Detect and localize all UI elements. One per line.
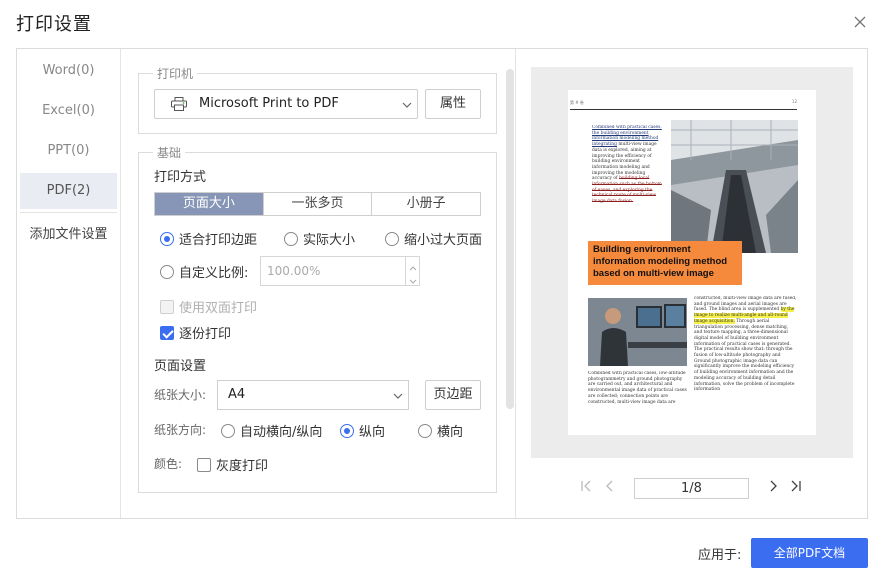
chevron-down-icon (393, 393, 403, 399)
print-mode-tabs: 页面大小 一张多页 小册子 (154, 192, 481, 216)
custom-scale-value: 100.00% (267, 264, 321, 278)
checkbox-box (197, 457, 211, 472)
page-header-left: 第 # 卷 (570, 100, 584, 105)
printer-properties-button[interactable]: 属性 (425, 89, 481, 119)
duplex-checkbox[interactable]: 使用双面打印 (160, 297, 257, 316)
radio-dot (160, 231, 174, 246)
radio-portrait[interactable]: 纵向 (340, 421, 385, 440)
radio-auto-orientation[interactable]: 自动横向/纵向 (221, 421, 322, 440)
dialog-body: Word(0) Excel(0) PPT(0) PDF(2) 添加文件设置 打印… (16, 48, 868, 519)
radio-dot (160, 264, 174, 279)
radio-label: 实际大小 (303, 233, 356, 248)
printer-icon (171, 97, 187, 111)
collate-checkbox[interactable]: 逐份打印 (160, 323, 231, 342)
prev-page-icon[interactable] (603, 478, 617, 494)
color-label: 颜色: (154, 457, 183, 471)
radio-landscape[interactable]: 横向 (418, 421, 463, 440)
checkbox-label: 灰度打印 (216, 459, 269, 474)
radio-label: 横向 (437, 425, 464, 440)
paper-size-select[interactable]: A4 (217, 380, 409, 410)
sidebar-item-ppt[interactable]: PPT(0) (20, 133, 117, 169)
apply-all-pdf-button[interactable]: 全部PDF文档 (751, 538, 868, 568)
settings-panel: 打印机 Microsoft Print to PDF 属性 基础 打印方式 页面… (122, 49, 515, 518)
custom-scale-input[interactable]: 100.00% (260, 256, 420, 286)
radio-shrink-oversized[interactable]: 缩小过大页面 (385, 229, 482, 248)
radio-label: 纵向 (359, 425, 386, 440)
radio-dot (340, 423, 354, 438)
printer-select[interactable]: Microsoft Print to PDF (154, 89, 418, 119)
sidebar-item-excel[interactable]: Excel(0) (20, 93, 117, 129)
basic-legend: 基础 (153, 144, 186, 161)
radio-label: 自定义比例: (179, 266, 249, 281)
spin-down-button[interactable] (405, 271, 419, 285)
sidebar-item-pdf[interactable]: PDF(2) (20, 173, 117, 209)
checkbox-box (160, 325, 174, 340)
page-header: 第 # 卷 12 (570, 98, 797, 110)
preview-column-left: Combined with practical cases, the build… (592, 125, 665, 236)
grayscale-checkbox[interactable]: 灰度打印 (197, 455, 268, 474)
close-button[interactable] (851, 13, 869, 31)
paper-size-label: 纸张大小: (154, 388, 207, 402)
page-header-right: 12 (791, 99, 797, 104)
checkbox-label: 使用双面打印 (179, 301, 258, 316)
preview-image-workstation (588, 298, 687, 366)
radio-dot (284, 231, 298, 246)
tab-multiple-pages[interactable]: 一张多页 (262, 193, 372, 215)
radio-dot (221, 423, 235, 438)
radio-label: 缩小过大页面 (404, 233, 483, 248)
dialog-title: 打印设置 (16, 14, 92, 35)
settings-scrollbar[interactable] (506, 69, 514, 409)
tab-page-size[interactable]: 页面大小 (155, 193, 263, 215)
apply-to-label: 应用于: (698, 548, 742, 563)
radio-dot (418, 423, 432, 438)
radio-label: 自动横向/纵向 (240, 425, 323, 440)
print-mode-label: 打印方式 (154, 170, 207, 185)
radio-label: 适合打印边距 (179, 233, 258, 248)
printer-legend: 打印机 (153, 65, 198, 82)
radio-fit-margins[interactable]: 适合打印边距 (160, 229, 257, 248)
preview-page: 第 # 卷 12 Combined with practical cases, … (568, 90, 816, 435)
checkbox-box (160, 299, 174, 314)
sidebar-divider (20, 212, 117, 213)
preview-image-escalator (671, 120, 798, 253)
page-margins-button[interactable]: 页边距 (425, 380, 481, 410)
chevron-down-icon (409, 279, 417, 284)
radio-dot (385, 231, 399, 246)
preview-text-span: Through aerial triangulation processing,… (694, 318, 795, 393)
close-icon[interactable] (851, 13, 869, 31)
add-file-settings-button[interactable]: 添加文件设置 (20, 217, 117, 253)
checkbox-label: 逐份打印 (179, 327, 232, 342)
preview-heading: Building environment information modelin… (588, 241, 742, 285)
radio-actual-size[interactable]: 实际大小 (284, 229, 355, 248)
first-page-icon[interactable] (579, 478, 593, 494)
preview-panel: 第 # 卷 12 Combined with practical cases, … (515, 49, 867, 518)
radio-custom-scale[interactable]: 自定义比例: (160, 262, 248, 281)
file-type-sidebar: Word(0) Excel(0) PPT(0) PDF(2) 添加文件设置 (17, 49, 121, 518)
orientation-label: 纸张方向: (154, 423, 207, 437)
paper-size-value: A4 (228, 387, 246, 402)
last-page-icon[interactable] (789, 478, 803, 494)
chevron-down-icon (402, 102, 412, 108)
preview-area: 第 # 卷 12 Combined with practical cases, … (531, 67, 853, 458)
page-number-input[interactable]: 1/8 (634, 478, 749, 499)
spin-up-button[interactable] (405, 257, 419, 271)
printer-name: Microsoft Print to PDF (199, 96, 339, 111)
sidebar-item-word[interactable]: Word(0) (20, 53, 117, 89)
tab-booklet[interactable]: 小册子 (371, 193, 480, 215)
preview-column-bottom-left: Combined with practical cases, low-altit… (588, 371, 687, 405)
preview-column-right: constructed, multi-view image data are f… (694, 296, 797, 424)
page-setup-title: 页面设置 (154, 359, 207, 374)
next-page-icon[interactable] (766, 478, 780, 494)
